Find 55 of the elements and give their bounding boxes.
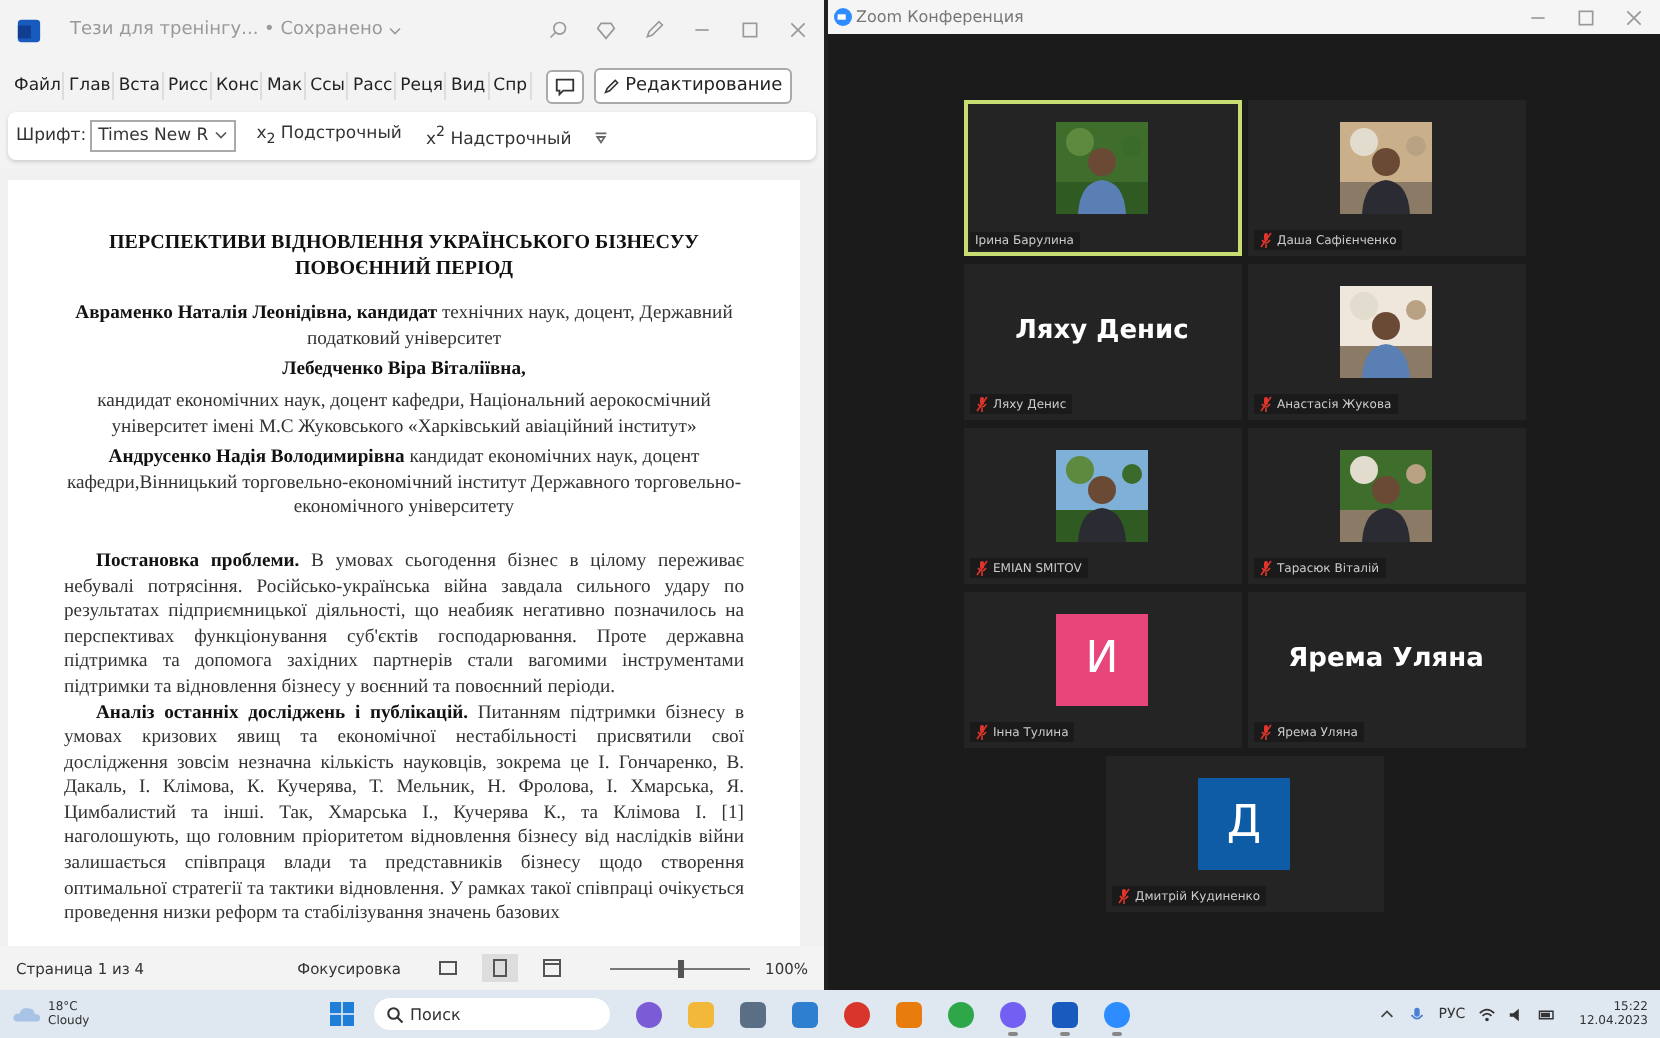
zoom-logo-icon — [834, 8, 852, 26]
word-logo-icon — [16, 17, 42, 43]
comment-icon — [553, 75, 576, 97]
ribbon-tab[interactable]: Вид — [448, 72, 490, 100]
ribbon-tab[interactable]: Рисс — [166, 72, 212, 100]
maximize-icon[interactable] — [740, 20, 760, 40]
ribbon-tab[interactable]: Расс — [350, 72, 397, 100]
ribbon-tab[interactable]: Спр — [491, 72, 532, 100]
cloud-icon — [12, 1004, 42, 1024]
search-input[interactable]: Поиск — [409, 1005, 590, 1023]
chevron-up-icon[interactable] — [1378, 1005, 1397, 1023]
ribbon-tab[interactable]: Мак — [264, 72, 307, 100]
font-label: Шрифт: — [16, 126, 87, 146]
avatar-initial: И — [1056, 613, 1148, 705]
document-heading: ПЕРСПЕКТИВИ ВІДНОВЛЕННЯ УКРАЇНСЬКОГО БІЗНЕСУУ ПОВОЄННИЙ ПЕРІОД — [107, 232, 701, 283]
chevron-down-icon[interactable] — [388, 25, 403, 35]
editing-button[interactable]: Редактирование — [593, 68, 793, 104]
maximize-icon[interactable] — [1576, 7, 1596, 27]
ribbon-tab[interactable]: Файл — [12, 72, 65, 100]
author-info: кандидат економічних наук, доцент кафедри, Національний аерокосмічний університет імені М.С Жуковського «Харківський авіаційний інститут» — [95, 389, 713, 441]
font-dropdown[interactable]: Times New R — [90, 120, 237, 152]
avatar-initial: Д — [1198, 777, 1290, 869]
author-info: Андрусенко Надія Володимирівна кандидат економічних наук, доцент кафедри,Вінницький торговельно-економічний інститут Державного торговельно-економічного університету — [64, 446, 744, 522]
gem-icon[interactable] — [596, 20, 616, 40]
ribbon-tab[interactable]: Реця — [398, 72, 447, 100]
web-view-icon — [541, 958, 562, 978]
author-info: Авраменко Наталія Леонідівна, кандидат технічних наук, доцент, Державний податковий університет — [73, 302, 735, 353]
view-button[interactable] — [481, 954, 518, 982]
pen-icon[interactable] — [644, 20, 664, 40]
participant-display-name: Ляху Денис — [1015, 316, 1189, 346]
body-paragraph: Постановка проблеми. В умовах сьогодення бізнес в цілому переживає небувалі потрясіння. Російсько-українська війна завдала сильного удару по результатах підприємницької діяльності, що неабияк негативно позначилось на перспективах функціонування суб'єктів господарювання. Проте державна підтримка та допомога західних партнерів стали вагомими інструментами підтримки та відновлення бізнесу у воєнний та повоєнний періоди. — [64, 549, 744, 701]
pencil-icon — [603, 78, 620, 94]
ribbon-tab[interactable]: Ссы — [308, 72, 349, 100]
participant-display-name: Ярема Уляна — [1288, 644, 1484, 674]
read-view-icon — [437, 958, 458, 978]
window-title: Zoom Конференция — [856, 8, 1024, 26]
subscript-button[interactable]: x$_{2}$ Подстрочный — [252, 120, 406, 152]
ribbon-tab[interactable]: Глав — [66, 72, 115, 100]
windows-start-icon[interactable] — [329, 1002, 354, 1026]
battery-icon[interactable] — [1537, 1005, 1556, 1023]
search-icon[interactable] — [385, 1005, 404, 1023]
print-view-icon — [489, 958, 510, 978]
comment-button[interactable] — [545, 69, 584, 103]
author-info: Лебедченко Віра Віталіївна, — [280, 358, 528, 384]
close-icon[interactable] — [788, 20, 808, 40]
ribbon-tab[interactable]: Вста — [116, 72, 164, 100]
body-paragraph: Аналіз останніх досліджень і публікацій. Питанням підтримки бізнесу в умовах кризових явищ та економічної нестабільності присвятили свої дослідження зовсім незначна кількість науковців, зокрема це І. Гончаренко, В. Дакаль, І. Клімова, К. Кучерява, Т. Мельник, Н. Фролова, І. Хмарська, Я. Цимбалистий та інші. Так, Хмарська І., Кучерява К., та Клімова І. [1] наголошують, що головним пріоритетом відновлення бізнесу від наслідків війни залишається співпраця влади та представників бізнесу щодо створення оптимальної стратегії та тактики відновлення. У рамках такої співпраці очікується проведення низки реформ та стабілізування значень базових — [64, 701, 744, 928]
superscript-button[interactable]: x$^{2}$ Надстрочный — [421, 118, 576, 154]
microphone-icon[interactable] — [1408, 1005, 1427, 1023]
wifi-icon[interactable] — [1477, 1005, 1496, 1023]
search-field[interactable]: Поиск — [373, 998, 610, 1030]
chevron-down-icon — [214, 130, 229, 140]
ribbon-tab[interactable]: Конс — [214, 72, 263, 100]
more-options-icon[interactable] — [591, 127, 610, 145]
close-icon[interactable] — [1624, 7, 1644, 27]
